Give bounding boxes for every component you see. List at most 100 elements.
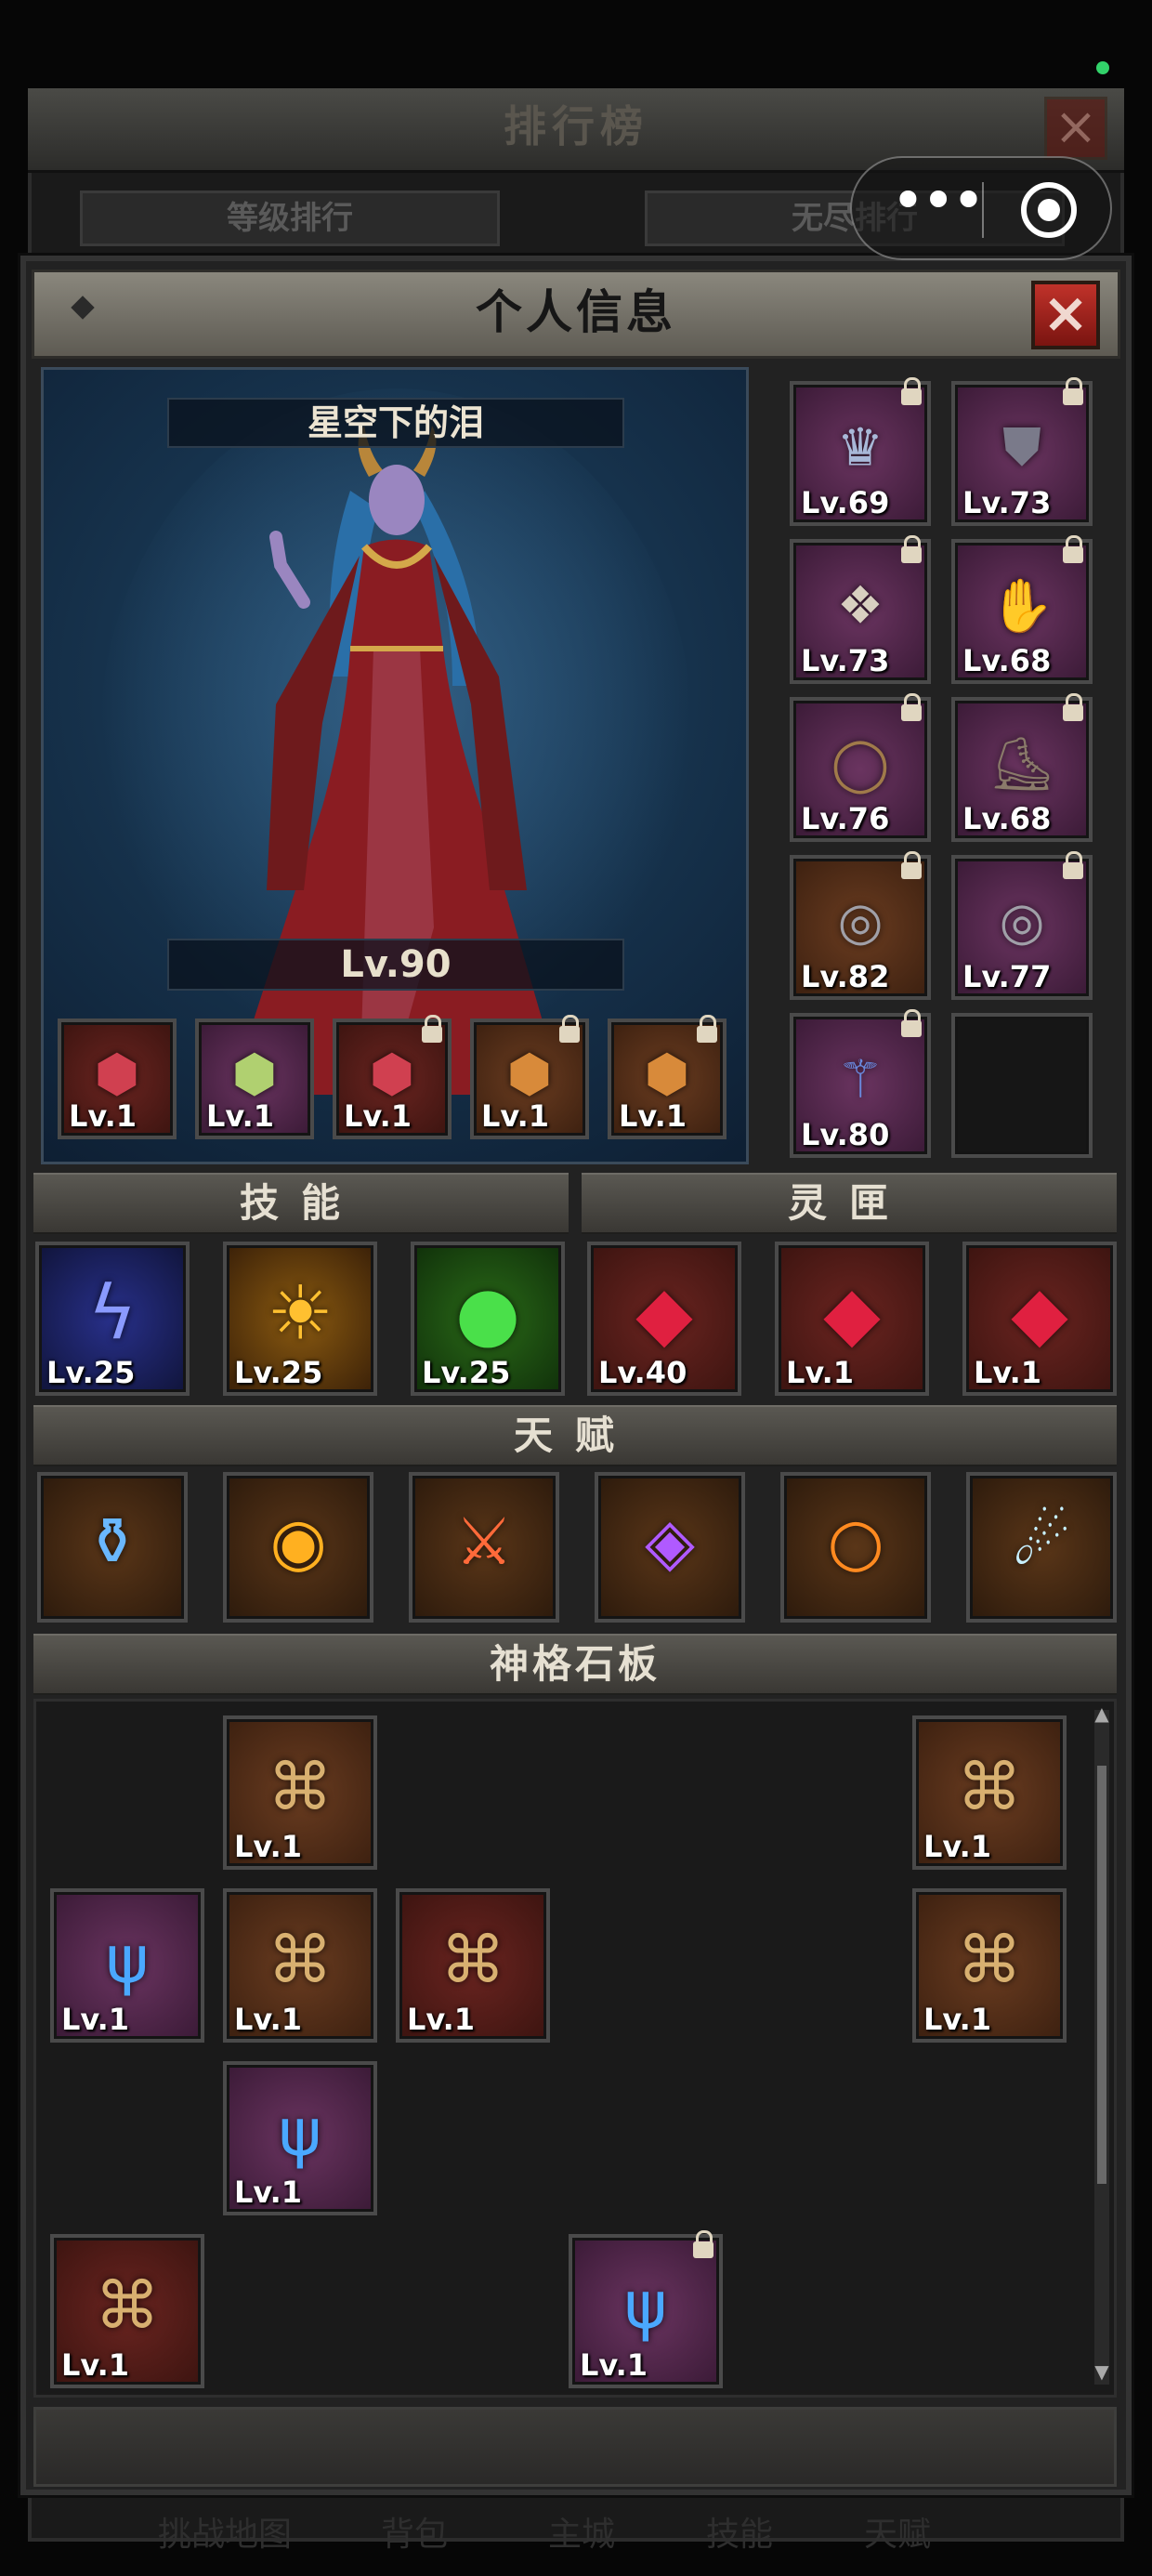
board-tile[interactable]: ψ Lv.1 xyxy=(50,1888,204,2043)
equip-slot-ring-1[interactable]: ◎ Lv.82 xyxy=(790,851,931,1000)
close-miniprogram-icon[interactable] xyxy=(1021,182,1077,238)
gem-slot[interactable]: ⬢ Lv.1 xyxy=(333,1015,452,1139)
rune-ring-icon: ○ xyxy=(827,1503,884,1580)
modal-footer-bar xyxy=(33,2407,1117,2487)
slot-level: Lv.68 xyxy=(962,801,1052,836)
slot-level: Lv.1 xyxy=(923,2002,992,2037)
slot-level: Lv.1 xyxy=(580,2347,648,2383)
board-tile[interactable]: ⌘ Lv.1 xyxy=(396,1888,550,2043)
rune-figure-icon: ☄ xyxy=(1012,1503,1071,1580)
multicolor-gem-icon: ⬢ xyxy=(231,1044,278,1105)
talent-slot[interactable]: ○ xyxy=(780,1472,931,1623)
rune-tablet-icon: ⌘ xyxy=(440,1921,505,1998)
status-dot xyxy=(1096,61,1109,74)
slot-level: Lv.25 xyxy=(46,1355,136,1390)
nav-skill[interactable]: 技能 xyxy=(706,2507,773,2556)
equip-slot-gloves[interactable]: ✋ Lv.68 xyxy=(951,535,1093,684)
spirit-box-section-header: 灵匣 xyxy=(582,1173,1117,1234)
ranking-close-button[interactable]: × xyxy=(1044,97,1107,160)
slot-level: Lv.1 xyxy=(234,2175,303,2210)
gauntlet-icon: ✋ xyxy=(989,576,1054,637)
slot-level: Lv.80 xyxy=(801,1117,890,1152)
red-cube-icon: ◆ xyxy=(823,1269,881,1357)
rune-bottle-icon: ⚱ xyxy=(85,1503,140,1580)
scroll-up-arrow-icon[interactable]: ▲ xyxy=(1091,1702,1113,1728)
lock-icon xyxy=(1063,535,1083,563)
spirit-box-slot[interactable]: ◆ Lv.40 xyxy=(587,1242,741,1396)
slot-level: Lv.1 xyxy=(69,1098,137,1134)
equip-slot-helmet[interactable]: ♛ Lv.69 xyxy=(790,377,931,526)
slot-level: Lv.1 xyxy=(974,1355,1042,1390)
equip-slot-armor[interactable]: ⛊ Lv.73 xyxy=(951,377,1093,526)
miniprogram-capsule: ••• xyxy=(850,156,1112,260)
talent-slot[interactable]: ◉ xyxy=(223,1472,373,1623)
board-tile[interactable]: ψ Lv.1 xyxy=(223,2061,377,2215)
spirit-box-slot[interactable]: ◆ Lv.1 xyxy=(962,1242,1117,1396)
lock-icon xyxy=(559,1015,580,1043)
ring-icon: ◎ xyxy=(837,891,884,953)
board-tile[interactable]: ⌘ Lv.1 xyxy=(912,1888,1067,2043)
blue-rune-tablet-icon: ψ xyxy=(278,2094,322,2171)
skill-slot[interactable]: ϟ Lv.25 xyxy=(35,1242,190,1396)
amulet-icon: ❖ xyxy=(836,575,884,637)
board-tile[interactable]: ⌘ Lv.1 xyxy=(912,1715,1067,1870)
robe-armor-icon: ⛊ xyxy=(1002,417,1041,479)
skill-slot[interactable]: ● Lv.25 xyxy=(411,1242,565,1396)
slot-level: Lv.1 xyxy=(234,1829,303,1864)
lock-icon xyxy=(901,535,922,563)
lock-icon xyxy=(901,693,922,721)
talent-slot[interactable]: ☄ xyxy=(966,1472,1117,1623)
slot-level: Lv.1 xyxy=(206,1098,275,1134)
scrollbar-thumb[interactable] xyxy=(1097,1766,1106,2184)
gem-slot[interactable]: ⬢ Lv.1 xyxy=(58,1019,177,1139)
spirit-box-slot[interactable]: ◆ Lv.1 xyxy=(775,1242,929,1396)
equip-slot-empty[interactable] xyxy=(951,1013,1093,1158)
board-tile[interactable]: ⌘ Lv.1 xyxy=(223,1715,377,1870)
more-menu-icon[interactable]: ••• xyxy=(885,172,988,242)
nav-city[interactable]: 主城 xyxy=(548,2507,615,2556)
rune-tablet-icon: ⌘ xyxy=(95,2267,160,2344)
staff-icon: ⚚ xyxy=(836,1049,884,1111)
nav-map[interactable]: 挑战地图 xyxy=(158,2507,292,2556)
lock-icon xyxy=(693,2230,713,2258)
lock-icon xyxy=(1063,693,1083,721)
skill-slot[interactable]: ☀ Lv.25 xyxy=(223,1242,377,1396)
slot-level: Lv.1 xyxy=(61,2347,130,2383)
gem-slot[interactable]: ⬢ Lv.1 xyxy=(608,1015,727,1139)
character-level: Lv.90 xyxy=(167,939,624,991)
lock-icon xyxy=(901,1009,922,1037)
talent-slot[interactable]: ⚱ xyxy=(37,1472,188,1623)
talent-section-header: 天赋 xyxy=(33,1405,1117,1466)
slot-level: Lv.25 xyxy=(422,1355,511,1390)
rune-tablet-icon: ⌘ xyxy=(957,1921,1022,1998)
equip-slot-weapon[interactable]: ⚚ Lv.80 xyxy=(790,1009,931,1158)
slot-level: Lv.73 xyxy=(801,643,890,678)
board-tile[interactable]: ψ Lv.1 xyxy=(569,2230,723,2388)
rune-tablet-icon: ⌘ xyxy=(957,1748,1022,1825)
gem-slot[interactable]: ⬢ Lv.1 xyxy=(195,1019,314,1139)
equip-slot-amulet[interactable]: ❖ Lv.73 xyxy=(790,535,931,684)
boots-icon: ⛸ xyxy=(988,734,1055,795)
character-name: 星空下的泪 xyxy=(167,398,624,448)
equip-slot-boots[interactable]: ⛸ Lv.68 xyxy=(951,693,1093,842)
talent-slot[interactable]: ◈ xyxy=(595,1472,745,1623)
nav-bag[interactable]: 背包 xyxy=(381,2507,448,2556)
equip-slot-belt[interactable]: ◯ Lv.76 xyxy=(790,693,931,842)
board-tile[interactable]: ⌘ Lv.1 xyxy=(223,1888,377,2043)
gem-slot[interactable]: ⬢ Lv.1 xyxy=(470,1015,589,1139)
equip-slot-ring-2[interactable]: ◎ Lv.77 xyxy=(951,851,1093,1000)
slot-level: Lv.1 xyxy=(61,2002,130,2037)
slot-level: Lv.25 xyxy=(234,1355,323,1390)
slot-level: Lv.1 xyxy=(619,1098,687,1134)
slot-level: Lv.1 xyxy=(481,1098,550,1134)
scroll-down-arrow-icon[interactable]: ▼ xyxy=(1091,2360,1113,2386)
talent-slot[interactable]: ⚔ xyxy=(409,1472,559,1623)
tab-level-ranking[interactable]: 等级排行 xyxy=(80,191,500,246)
crown-helmet-icon: ♛ xyxy=(836,417,884,479)
rune-tablet-icon: ⌘ xyxy=(268,1748,333,1825)
board-tile[interactable]: ⌘ Lv.1 xyxy=(50,2234,204,2388)
slot-level: Lv.1 xyxy=(234,2002,303,2037)
close-button[interactable]: × xyxy=(1031,281,1100,349)
belt-icon: ◯ xyxy=(831,733,890,795)
nav-talent[interactable]: 天赋 xyxy=(864,2507,931,2556)
